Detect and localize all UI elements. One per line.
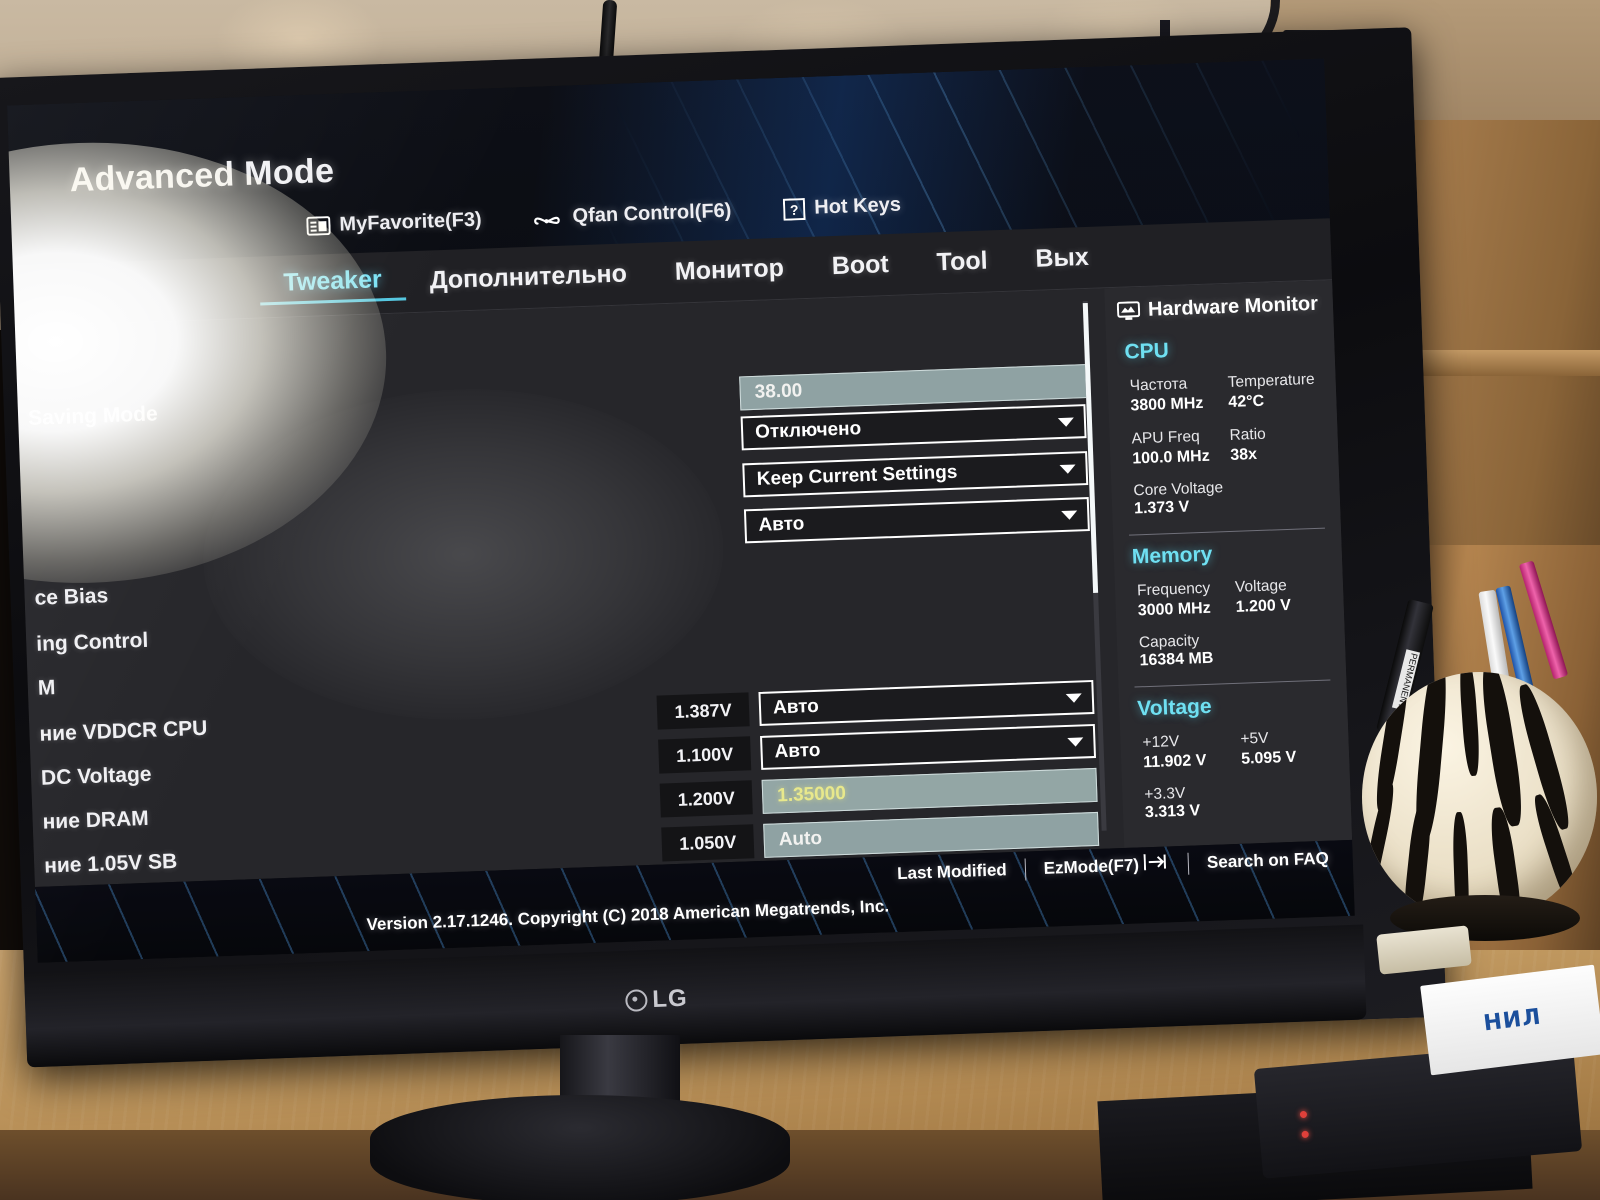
lg-logo: LG bbox=[625, 976, 756, 1021]
exit-arrow-icon bbox=[1143, 852, 1171, 876]
hw-full-row: Capacity 16384 MB bbox=[1116, 619, 1346, 677]
bios-body: Saving Mode 38.00 Отключено Keep Current Se… bbox=[14, 280, 1353, 887]
last-modified-button[interactable]: Last Modified bbox=[897, 860, 1007, 884]
hw-full-row: +3.3V 3.313 V bbox=[1122, 771, 1352, 829]
tab-вых[interactable]: Вых bbox=[1011, 242, 1113, 275]
favorites-icon bbox=[306, 216, 331, 236]
room-scene: LG Advanced Mode MyFavorite(F3) Qfan Con… bbox=[0, 0, 1600, 1200]
setting-current-voltage: 1.100V bbox=[658, 736, 752, 774]
monitor-stand-base bbox=[370, 1095, 790, 1200]
tab-дополнительно[interactable]: Дополнительно bbox=[405, 259, 651, 297]
chevron-down-icon[interactable] bbox=[1057, 417, 1075, 427]
hw-value: 1.200 V bbox=[1235, 596, 1292, 616]
setting-value: Keep Current Settings bbox=[756, 461, 958, 490]
hw-value: 5.095 V bbox=[1240, 748, 1297, 768]
svg-text:?: ? bbox=[790, 201, 799, 217]
lg-ring-icon bbox=[625, 989, 648, 1012]
hw-value: 42°C bbox=[1228, 392, 1265, 411]
ezmode-button[interactable]: EzMode(F7) bbox=[1043, 852, 1170, 880]
speaker-led-2 bbox=[1301, 1130, 1309, 1139]
speaker-led-1 bbox=[1299, 1110, 1308, 1119]
setting-current-voltage: 1.387V bbox=[656, 692, 750, 730]
tab-tool[interactable]: Tool bbox=[912, 246, 1012, 279]
question-icon: ? bbox=[782, 197, 806, 221]
hw-key: Temperature bbox=[1227, 370, 1315, 391]
setting-dropdown[interactable]: Авто bbox=[758, 679, 1095, 726]
hot-keys-label: Hot Keys bbox=[813, 193, 902, 219]
hw-value: 100.0 MHz bbox=[1132, 447, 1210, 468]
hw-value: 3800 MHz bbox=[1130, 394, 1204, 415]
settings-list: Saving Mode 38.00 Отключено Keep Current Se… bbox=[15, 289, 1116, 887]
tab-монитор[interactable]: Монитор bbox=[650, 253, 808, 288]
hw-section-grid: Частота Temperature 3800 MHz 42°C APU Freq Ra… bbox=[1107, 363, 1339, 475]
chevron-down-icon[interactable] bbox=[1059, 463, 1076, 474]
hw-section-grid: +12V +5V 11.902 V 5.095 V bbox=[1120, 720, 1350, 779]
hw-key: Frequency bbox=[1136, 579, 1211, 600]
setting-value: Авто bbox=[758, 513, 805, 536]
lg-monitor: LG Advanced Mode MyFavorite(F3) Qfan Con… bbox=[0, 27, 1447, 1068]
setting-dropdown[interactable]: Авто bbox=[743, 497, 1090, 544]
setting-label: ce Bias bbox=[34, 584, 109, 610]
hw-value: 11.902 V bbox=[1142, 752, 1207, 772]
setting-label: M bbox=[37, 676, 56, 700]
hw-key: Ratio bbox=[1229, 425, 1267, 444]
lg-logo-text: LG bbox=[651, 984, 689, 1013]
setting-value: Авто bbox=[772, 695, 820, 719]
setting-value: 38.00 bbox=[754, 380, 803, 403]
hw-key: Voltage bbox=[1234, 577, 1288, 596]
bios-screen: Advanced Mode MyFavorite(F3) Qfan Contro… bbox=[6, 58, 1355, 963]
setting-textbox[interactable]: 1.35000 bbox=[761, 767, 1098, 814]
monitor-icon bbox=[1116, 301, 1141, 321]
tab-boot[interactable]: Boot bbox=[807, 249, 913, 282]
hardware-monitor-panel: Hardware Monitor CPU Частота Temperature 38… bbox=[1104, 280, 1353, 848]
zebra-pen-holder bbox=[1362, 672, 1597, 922]
hw-key: +5V bbox=[1240, 729, 1269, 748]
search-on-faq-button[interactable]: Search on FAQ bbox=[1207, 848, 1330, 872]
chevron-down-icon[interactable] bbox=[1061, 509, 1078, 520]
setting-value: Auto bbox=[778, 827, 823, 851]
hw-key: +12V bbox=[1142, 732, 1180, 752]
hw-key: Частота bbox=[1129, 375, 1188, 395]
hw-value: 3000 MHz bbox=[1137, 599, 1211, 620]
setting-dropdown[interactable]: Авто bbox=[760, 723, 1097, 770]
footer-divider-1 bbox=[1024, 858, 1027, 881]
setting-current-voltage: 1.200V bbox=[659, 780, 753, 818]
setting-dropdown[interactable]: Keep Current Settings bbox=[742, 451, 1089, 498]
hardware-monitor-sections: CPU Частота Temperature 3800 MHz 42°C APU Fre… bbox=[1106, 325, 1352, 829]
hw-key: APU Freq bbox=[1131, 428, 1200, 448]
tab-tweaker[interactable]: Tweaker bbox=[259, 263, 407, 306]
setting-value: Авто bbox=[774, 739, 821, 763]
fan-icon bbox=[533, 206, 564, 229]
business-card-logo: НИЛ bbox=[1482, 1004, 1543, 1036]
footer-divider-2 bbox=[1187, 852, 1190, 875]
setting-value: Отключено bbox=[754, 418, 862, 443]
setting-dropdown[interactable]: Отключено bbox=[740, 404, 1087, 451]
setting-current-voltage: 1.050V bbox=[661, 824, 755, 862]
chevron-down-icon[interactable] bbox=[1065, 692, 1083, 703]
hw-full-row: Core Voltage 1.373 V bbox=[1111, 467, 1341, 525]
hw-value: 38x bbox=[1229, 445, 1258, 464]
hot-keys-button[interactable]: ? Hot Keys bbox=[782, 193, 902, 221]
chevron-down-icon[interactable] bbox=[1067, 736, 1084, 747]
hw-section-grid: Frequency Voltage 3000 MHz 1.200 V bbox=[1115, 568, 1345, 627]
hardware-monitor-label: Hardware Monitor bbox=[1147, 292, 1319, 321]
ezmode-label: EzMode(F7) bbox=[1043, 854, 1140, 878]
setting-value: 1.35000 bbox=[776, 782, 847, 807]
